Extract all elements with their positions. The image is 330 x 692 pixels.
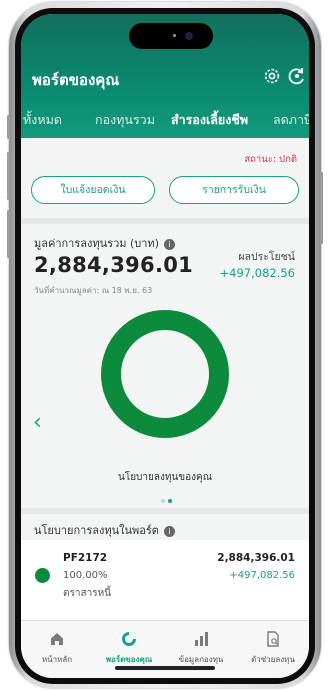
refresh-icon[interactable] — [287, 66, 307, 86]
profit-value: +497,082.56 — [219, 266, 295, 280]
power-button — [320, 172, 323, 244]
divider — [21, 218, 309, 224]
settings-icon[interactable] — [262, 66, 282, 86]
allocation-donut-chart[interactable] — [99, 308, 231, 440]
pager-dot[interactable] — [167, 499, 172, 503]
fund-profit: +497,082.56 — [229, 570, 295, 581]
page-indicator — [159, 488, 173, 507]
info-icon[interactable]: i — [163, 238, 175, 250]
home-indicator — [115, 666, 215, 670]
fund-value: 2,884,396.01 — [217, 552, 295, 564]
document-icon — [267, 631, 279, 647]
pager-dot[interactable] — [160, 499, 165, 503]
donut-caption: นโยบายลงทุนของคุณ — [117, 472, 213, 483]
tab-mutual-funds[interactable]: กองทุนรวม — [95, 110, 155, 130]
info-icon[interactable]: i — [163, 525, 175, 537]
profit-label: ผลประโยชน์ — [238, 251, 295, 263]
section-title: นโยบายการลงทุนในพอร์ต — [34, 524, 159, 537]
fund-type: ตราสารหนี้ — [63, 588, 111, 599]
valuation-date: วันที่คำนวณมูลค่า: ณ 18 พ.ย. 63 — [34, 286, 153, 295]
tab-all[interactable]: ทั้งหมด — [23, 110, 62, 130]
status-badge: สถานะ: ปกติ — [244, 154, 297, 165]
volume-down-button — [7, 210, 10, 258]
nav-label: หน้าหลัก — [41, 655, 73, 664]
fund-row[interactable]: PF2172 100.00% ตราสารหนี้ 2,884,396.01 +… — [21, 540, 309, 620]
tab-tax-saving[interactable]: ลดภาษี — [273, 110, 309, 130]
dynamic-island — [129, 23, 213, 49]
tab-bar: ทั้งหมด กองทุนรวม สำรองเลี้ยงชีพ ลดภาษี — [21, 110, 309, 138]
portfolio-policy-row: นโยบายการลงทุนในพอร์ต i — [34, 521, 175, 539]
donut-slice-1[interactable] — [101, 310, 229, 438]
screen: พอร์ตของคุณ ทั้งหมด กองทุนรวม สำรองเลี้ย… — [21, 14, 309, 678]
mute-switch — [7, 115, 10, 139]
nav-label: พอร์ตของคุณ — [105, 655, 153, 664]
nav-invest-helper[interactable]: ตัวช่วยลงทุน — [237, 621, 309, 678]
home-icon — [51, 633, 63, 645]
fund-percent: 100.00% — [63, 570, 108, 581]
chevron-left-icon[interactable]: ‹ — [33, 410, 42, 435]
transactions-button[interactable]: รายการรับเงิน — [169, 176, 299, 204]
total-value: 2,884,396.01 — [34, 253, 194, 277]
page-title: พอร์ตของคุณ — [32, 71, 120, 89]
total-value-label-row: มูลค่าการลงทุนรวม (บาท) i — [34, 234, 175, 252]
total-value-label: มูลค่าการลงทุนรวม (บาท) — [34, 237, 159, 250]
nav-label: ตัวช่วยลงทุน — [251, 655, 295, 664]
volume-up-button — [7, 152, 10, 200]
fund-color-dot — [35, 568, 50, 583]
divider — [21, 508, 309, 514]
nav-home[interactable]: หน้าหลัก — [21, 621, 93, 678]
camera-icon — [185, 32, 193, 40]
tab-provident-fund[interactable]: สำรองเลี้ยงชีพ — [171, 110, 248, 130]
portfolio-icon — [122, 632, 136, 646]
fund-code: PF2172 — [63, 552, 108, 564]
portfolio-content: สถานะ: ปกติ ใบแจ้งยอดเงิน รายการรับเงิน … — [21, 138, 309, 638]
statement-button[interactable]: ใบแจ้งยอดเงิน — [31, 176, 155, 204]
bar-chart-icon — [195, 632, 208, 646]
nav-label: ข้อมูลกองทุน — [178, 655, 224, 664]
